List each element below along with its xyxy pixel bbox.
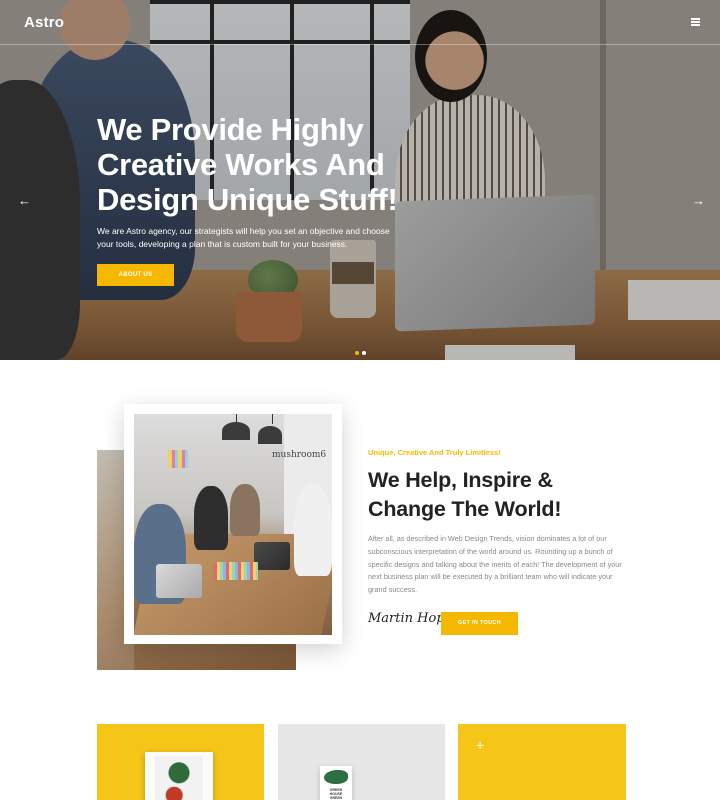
pendant-lamp bbox=[222, 422, 250, 440]
lamp-cord bbox=[272, 414, 273, 424]
hero-title: We Provide Highly Creative Works And Des… bbox=[97, 112, 398, 217]
about-title: We Help, Inspire & Change The World! bbox=[368, 468, 562, 521]
plus-icon[interactable]: + bbox=[476, 738, 484, 752]
cosmetic-tube: GREEN HOUSE GREEN bbox=[320, 766, 352, 800]
about-image-card: mushroom6 bbox=[124, 404, 342, 644]
slider-dot-1[interactable] bbox=[355, 351, 359, 355]
slider-dots bbox=[355, 342, 369, 360]
about-us-button[interactable]: ABOUT US bbox=[97, 264, 174, 286]
person bbox=[294, 484, 332, 576]
slider-dot-2[interactable] bbox=[362, 351, 366, 355]
pendant-lamp bbox=[258, 426, 282, 444]
hamburger-icon[interactable] bbox=[691, 18, 700, 26]
swatch-mat bbox=[214, 562, 258, 580]
laptop bbox=[254, 542, 290, 570]
person bbox=[230, 484, 260, 536]
site-logo[interactable]: Astro bbox=[24, 14, 64, 31]
about-body: After all, as described in Web Design Tr… bbox=[368, 534, 622, 595]
leaf-icon bbox=[324, 770, 348, 784]
book-artwork bbox=[155, 756, 203, 800]
tube-label: GREEN HOUSE GREEN bbox=[329, 788, 343, 800]
header-divider bbox=[0, 44, 720, 45]
portfolio-card-2[interactable]: GREEN HOUSE GREEN bbox=[278, 724, 445, 800]
hero-description: We are Astro agency, our strategists wil… bbox=[97, 226, 390, 249]
portfolio-card-3[interactable]: + bbox=[458, 724, 626, 800]
get-in-touch-button[interactable]: GET IN TOUCH bbox=[441, 612, 518, 635]
book-mockup bbox=[145, 752, 213, 800]
signature: Martin Hope bbox=[368, 611, 453, 626]
sticky-notes bbox=[168, 450, 188, 468]
photo-sign: mushroom6 bbox=[272, 450, 327, 460]
laptop bbox=[156, 564, 202, 598]
arrow-left-icon[interactable]: ← bbox=[18, 194, 31, 208]
team-photo: mushroom6 bbox=[134, 414, 332, 635]
about-kicker: Unique, Creative And Truly Limitless! bbox=[368, 448, 501, 457]
arrow-right-icon[interactable]: → bbox=[692, 194, 705, 208]
portfolio-card-1[interactable] bbox=[97, 724, 264, 800]
hero-slider: Astro We Provide Highly Creative Works A… bbox=[0, 0, 720, 360]
person bbox=[194, 486, 228, 550]
